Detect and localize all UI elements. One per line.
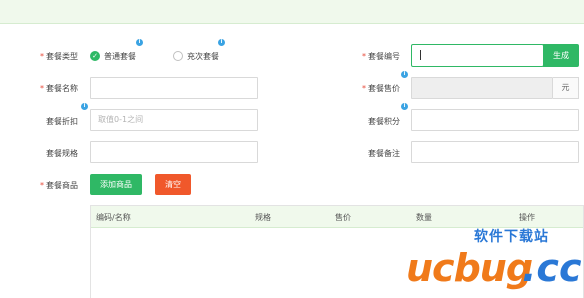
info-icon[interactable]: i [81,103,88,110]
info-icon[interactable]: i [136,39,143,46]
radio-normal-package[interactable]: 普通套餐 [90,50,136,62]
goods-label: * 套餐商品 [40,180,78,191]
points-label: 套餐积分 [368,117,400,126]
type-label: * 套餐类型 [40,51,78,62]
radio-count-label: 充次套餐 [187,51,219,61]
remark-input[interactable] [411,141,579,163]
info-icon[interactable]: i [401,103,408,110]
spec-label: 套餐规格 [46,149,78,158]
watermark-brand: ucbug [406,246,533,290]
watermark-slogan: 软件下载站 [474,229,549,245]
text-cursor [420,50,421,60]
name-label-text: 套餐名称 [46,84,78,93]
goods-label-text: 套餐商品 [46,181,78,190]
column-header-price: 售价 [335,213,351,222]
package-code-input[interactable] [411,44,544,67]
discount-label: 套餐折扣 [46,117,78,126]
package-price-input [411,77,553,99]
required-mark: * [362,52,366,61]
watermark-tld: .cc [522,246,582,290]
price-label: * 套餐售价 [362,83,400,94]
info-icon[interactable]: i [401,71,408,78]
site-watermark: 软件下载站 ucbug .cc [402,224,584,298]
column-header-spec: 规格 [255,213,271,222]
column-header-actions: 操作 [519,213,535,222]
clear-button[interactable]: 清空 [155,174,191,195]
points-input[interactable] [411,109,579,131]
code-label: * 套餐编号 [362,51,400,62]
code-label-text: 套餐编号 [368,52,400,61]
radio-count-package[interactable]: 充次套餐 [173,50,219,62]
add-goods-button[interactable]: 添加商品 [90,174,142,195]
radio-unchecked-icon [173,51,183,61]
name-label: * 套餐名称 [40,83,78,94]
required-mark: * [362,84,366,93]
remark-label: 套餐备注 [368,149,400,158]
info-icon[interactable]: i [218,39,225,46]
top-banner [0,0,584,24]
required-mark: * [40,181,44,190]
generate-button[interactable]: 生成 [543,44,579,67]
price-label-text: 套餐售价 [368,84,400,93]
column-header-code-name: 编码/名称 [96,213,131,222]
radio-checked-icon [90,51,100,61]
type-label-text: 套餐类型 [46,52,78,61]
radio-normal-label: 普通套餐 [104,51,136,61]
column-header-quantity: 数量 [416,213,432,222]
package-name-input[interactable] [90,77,258,99]
spec-input[interactable] [90,141,258,163]
price-unit: 元 [553,77,579,99]
required-mark: * [40,84,44,93]
discount-input[interactable]: 取值0-1之间 [90,109,258,131]
required-mark: * [40,52,44,61]
